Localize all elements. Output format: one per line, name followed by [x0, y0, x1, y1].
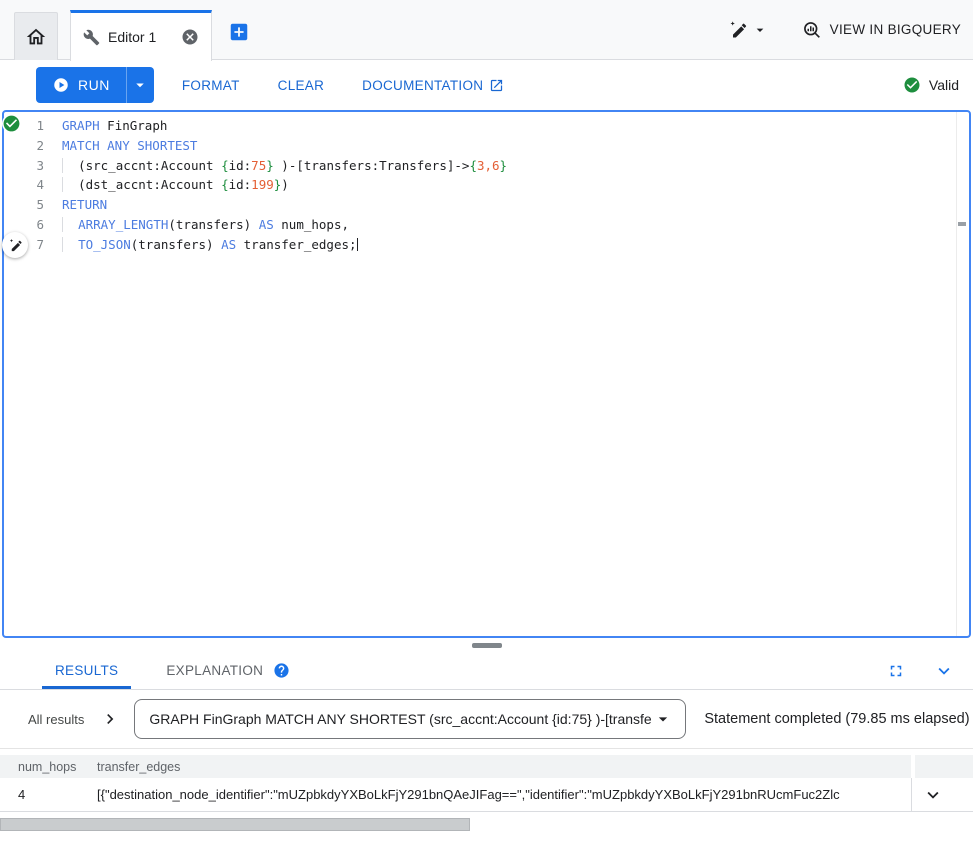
results-table: num_hops transfer_edges 4 [{"destination…	[0, 755, 973, 812]
magic-pencil-button[interactable]	[724, 16, 772, 44]
view-in-bigquery-label: VIEW IN BIGQUERY	[830, 22, 961, 37]
column-divider	[911, 755, 915, 778]
valid-label: Valid	[929, 77, 959, 93]
query-toolbar: RUN FORMAT CLEAR DOCUMENTATION Valid	[0, 60, 973, 110]
editor-scrollbar-thumb[interactable]	[958, 222, 966, 226]
column-header-transfer-edges: transfer_edges	[97, 760, 893, 774]
documentation-link[interactable]: DOCUMENTATION	[362, 78, 504, 93]
query-icon	[802, 20, 822, 40]
external-link-icon	[489, 78, 504, 93]
code-line[interactable]: 3 (src_accnt:Account {id:75} )-[transfer…	[4, 156, 969, 176]
close-tab-icon[interactable]	[181, 28, 199, 46]
home-icon	[25, 26, 47, 48]
sql-editor[interactable]: 1GRAPH FinGraph2MATCH ANY SHORTEST3 (src…	[2, 110, 971, 638]
row-expand-chevron-icon[interactable]	[922, 784, 944, 806]
results-table-header: num_hops transfer_edges	[0, 755, 973, 778]
tab-editor-1-label: Editor 1	[108, 29, 156, 45]
tab-explanation[interactable]: EXPLANATION	[153, 652, 303, 689]
statement-dropdown-caret-icon	[653, 709, 673, 729]
editor-vertical-scrollbar[interactable]	[956, 112, 969, 636]
line-number: 4	[4, 175, 44, 195]
line-number: 5	[4, 195, 44, 215]
valid-check-icon	[903, 76, 921, 94]
add-tab-button[interactable]	[228, 21, 250, 43]
documentation-link-label: DOCUMENTATION	[362, 78, 483, 93]
collapse-results-icon[interactable]	[933, 660, 955, 682]
format-button-label: FORMAT	[182, 78, 240, 93]
clear-button[interactable]: CLEAR	[278, 78, 325, 93]
add-tab-icon	[228, 21, 250, 43]
column-header-num-hops: num_hops	[0, 760, 97, 774]
clear-button-label: CLEAR	[278, 78, 325, 93]
tab-explanation-label: EXPLANATION	[166, 663, 263, 678]
code-line[interactable]: 7 TO_JSON(transfers) AS transfer_edges;	[4, 235, 969, 255]
run-button-label: RUN	[78, 77, 110, 93]
build-icon	[83, 29, 100, 46]
code-lines[interactable]: 1GRAPH FinGraph2MATCH ANY SHORTEST3 (src…	[4, 112, 969, 636]
horizontal-scrollbar[interactable]	[0, 818, 973, 831]
home-tab[interactable]	[14, 12, 58, 60]
column-divider	[911, 778, 912, 811]
help-icon[interactable]	[273, 662, 290, 679]
dropdown-caret-icon	[752, 22, 768, 38]
statement-dropdown-value: GRAPH FinGraph MATCH ANY SHORTEST (src_a…	[149, 711, 653, 727]
run-button[interactable]: RUN	[36, 67, 154, 103]
splitter-drag-handle[interactable]	[472, 643, 502, 648]
statement-dropdown[interactable]: GRAPH FinGraph MATCH ANY SHORTEST (src_a…	[134, 699, 686, 739]
format-button[interactable]: FORMAT	[182, 78, 240, 93]
gemini-assist-button[interactable]	[2, 232, 28, 258]
table-row[interactable]: 4 [{"destination_node_identifier":"mUZpb…	[0, 778, 973, 812]
code-line[interactable]: 5RETURN	[4, 195, 969, 215]
panel-splitter	[0, 638, 973, 652]
statement-success-badge	[2, 114, 21, 133]
horizontal-scrollbar-thumb[interactable]	[0, 818, 470, 831]
result-selector-row: All results GRAPH FinGraph MATCH ANY SHO…	[0, 690, 973, 749]
breadcrumb-chevron-icon[interactable]	[100, 709, 120, 729]
fullscreen-icon[interactable]	[887, 662, 905, 680]
all-results-label: All results	[28, 712, 84, 727]
statement-status: Statement completed (79.85 ms elapsed)	[704, 711, 969, 727]
results-tabbar: RESULTS EXPLANATION	[0, 652, 973, 690]
tab-editor-1[interactable]: Editor 1	[70, 10, 212, 61]
tab-results-label: RESULTS	[55, 663, 118, 678]
code-line[interactable]: 1GRAPH FinGraph	[4, 116, 969, 136]
text-cursor	[357, 238, 359, 251]
magic-pencil-icon	[728, 20, 748, 40]
play-icon	[52, 76, 70, 94]
cell-transfer-edges: [{"destination_node_identifier":"mUZpbkd…	[97, 787, 893, 802]
code-line[interactable]: 6 ARRAY_LENGTH(transfers) AS num_hops,	[4, 215, 969, 235]
code-line[interactable]: 2MATCH ANY SHORTEST	[4, 136, 969, 156]
gemini-pencil-icon	[8, 238, 23, 253]
cell-num-hops: 4	[0, 787, 97, 802]
line-number: 2	[4, 136, 44, 156]
validation-status: Valid	[903, 76, 959, 94]
run-options-button[interactable]	[126, 67, 154, 103]
code-line[interactable]: 4 (dst_accnt:Account {id:199})	[4, 175, 969, 195]
tab-strip: Editor 1	[0, 0, 973, 60]
view-in-bigquery-button[interactable]: VIEW IN BIGQUERY	[802, 20, 961, 40]
run-caret-icon	[131, 76, 149, 94]
tab-results[interactable]: RESULTS	[42, 652, 131, 689]
line-number: 3	[4, 156, 44, 176]
